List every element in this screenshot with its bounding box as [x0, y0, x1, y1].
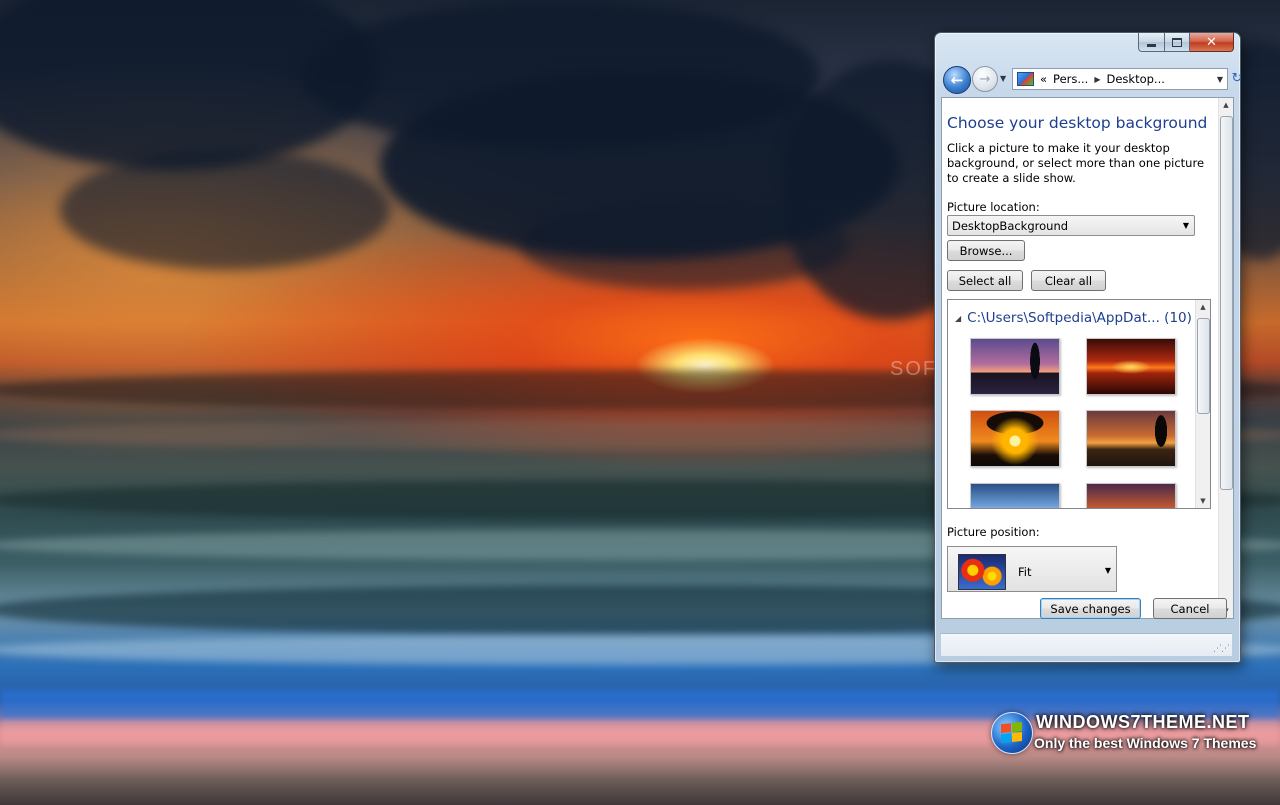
- picture-location-value: DesktopBackground: [952, 218, 1069, 233]
- gallery-scrollbar[interactable]: ▲ ▼: [1195, 300, 1210, 508]
- page-description: Click a picture to make it your desktop …: [947, 141, 1205, 185]
- cancel-button[interactable]: Cancel: [1153, 598, 1227, 619]
- back-button[interactable]: ←: [943, 66, 971, 94]
- caption-buttons: ✕: [1138, 33, 1234, 52]
- wallpaper-thumbnail[interactable]: [970, 338, 1060, 395]
- status-bar: ⋰⋰: [941, 633, 1232, 656]
- picture-location-select[interactable]: DesktopBackground ▼: [947, 215, 1195, 236]
- breadcrumb-separator-icon[interactable]: ▶: [1094, 75, 1100, 84]
- gallery-group-label: C:\Users\Softpedia\AppDat... (10): [967, 310, 1192, 326]
- wallpaper-thumbnail[interactable]: [1086, 410, 1176, 467]
- back-arrow-icon: ←: [950, 71, 964, 89]
- forward-button[interactable]: →: [972, 66, 998, 92]
- breadcrumb-desktop-background[interactable]: Desktop...: [1107, 72, 1165, 86]
- refresh-button[interactable]: ↻: [1230, 70, 1244, 86]
- chevron-down-icon: ▼: [1182, 221, 1189, 230]
- scrollbar-thumb[interactable]: [1220, 116, 1233, 490]
- wallpaper-gallery: ◢ C:\Users\Softpedia\AppDat... (10) ▲ ▼: [947, 299, 1211, 509]
- browse-button[interactable]: Browse...: [947, 240, 1025, 261]
- chevron-down-icon: ▼: [1104, 566, 1111, 575]
- scrollbar-thumb[interactable]: [1197, 318, 1210, 414]
- gallery-group-header[interactable]: ◢ C:\Users\Softpedia\AppDat... (10): [955, 310, 1192, 326]
- picture-location-label: Picture location:: [947, 200, 1040, 214]
- close-button[interactable]: ✕: [1190, 33, 1234, 52]
- clear-all-button[interactable]: Clear all: [1031, 270, 1106, 291]
- close-icon: ✕: [1206, 34, 1217, 50]
- page-title: Choose your desktop background: [947, 114, 1208, 132]
- navigation-bar: ← → ▼ « Pers... ▶ Desktop... ▼ ↻: [943, 66, 1242, 94]
- picture-position-select[interactable]: Fit ▼: [947, 546, 1117, 592]
- wallpaper-thumbnail[interactable]: [970, 483, 1060, 508]
- position-preview-icon: [958, 554, 1006, 590]
- windows-logo-icon: [991, 712, 1033, 754]
- wallpaper-thumbnail[interactable]: [1086, 483, 1176, 508]
- minimize-button[interactable]: [1138, 33, 1165, 52]
- collapse-triangle-icon: ◢: [955, 313, 962, 323]
- breadcrumb-overflow[interactable]: «: [1040, 72, 1047, 86]
- refresh-icon: ↻: [1231, 70, 1243, 86]
- content-scrollbar[interactable]: ▲ ▼: [1218, 98, 1233, 618]
- wallpaper-thumbnail[interactable]: [970, 410, 1060, 467]
- address-dropdown-icon[interactable]: ▼: [1217, 75, 1223, 84]
- scroll-up-icon[interactable]: ▲: [1219, 98, 1233, 112]
- breadcrumb-personalization[interactable]: Pers...: [1053, 72, 1088, 86]
- recent-pages-dropdown[interactable]: ▼: [1000, 74, 1006, 83]
- minimize-icon: [1147, 43, 1156, 47]
- address-bar[interactable]: « Pers... ▶ Desktop... ▼: [1012, 68, 1228, 90]
- picture-position-value: Fit: [1018, 565, 1032, 579]
- personalization-window: ✕ ← → ▼ « Pers... ▶ Desktop... ▼ ↻ Choos…: [934, 32, 1242, 663]
- maximize-button[interactable]: [1165, 33, 1190, 52]
- scroll-up-icon[interactable]: ▲: [1196, 300, 1210, 314]
- maximize-icon: [1172, 37, 1182, 47]
- scroll-down-icon[interactable]: ▼: [1196, 494, 1210, 508]
- resize-grip-icon[interactable]: ⋰⋰: [1213, 644, 1230, 654]
- content-pane: Choose your desktop background Click a p…: [941, 97, 1234, 619]
- watermark-subtitle: Only the best Windows 7 Themes: [1034, 735, 1257, 751]
- watermark-title: WINDOWS7THEME.NET: [1036, 712, 1250, 732]
- picture-position-label: Picture position:: [947, 525, 1040, 539]
- save-changes-button[interactable]: Save changes: [1040, 598, 1141, 619]
- select-all-button[interactable]: Select all: [947, 270, 1023, 291]
- forward-arrow-icon: →: [979, 71, 991, 87]
- wallpaper-thumbnail[interactable]: [1086, 338, 1176, 395]
- control-panel-icon: [1017, 72, 1034, 86]
